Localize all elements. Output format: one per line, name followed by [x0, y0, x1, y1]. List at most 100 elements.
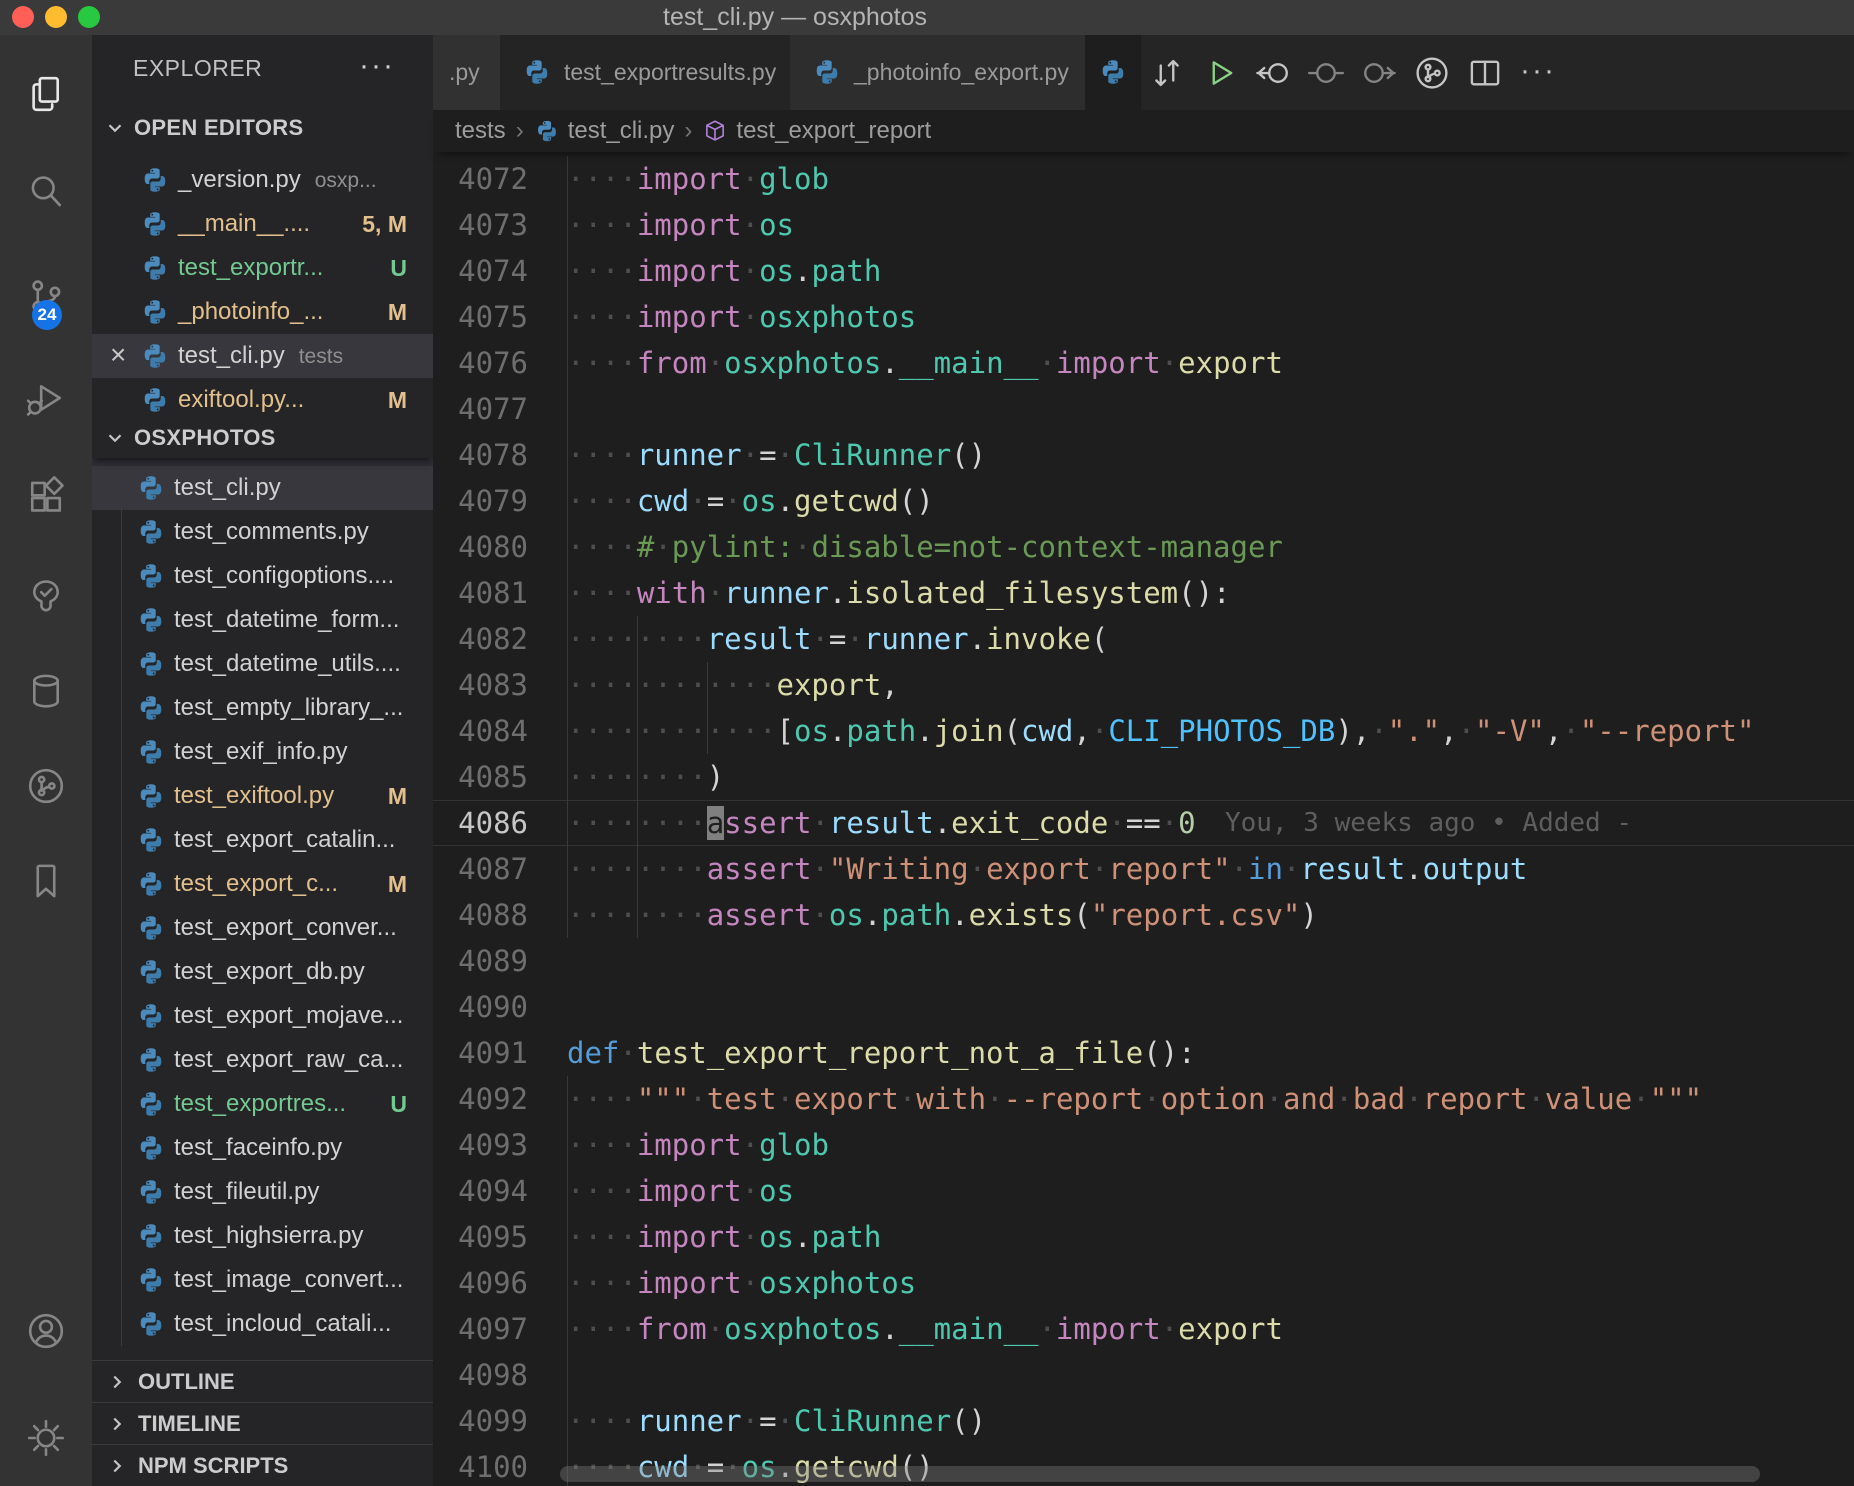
line-number[interactable]: 4094 [433, 1168, 528, 1214]
open-editor-item[interactable]: exiftool.py...M [92, 378, 433, 422]
file-tree-item[interactable]: test_empty_library_... [92, 686, 433, 730]
code-line[interactable]: 4096····import·osxphotos [433, 1260, 1854, 1306]
code-line[interactable]: 4086········assert·result.exit_code·==·0… [433, 800, 1854, 846]
line-number[interactable]: 4100 [433, 1444, 528, 1486]
editor-tab[interactable]: .py [433, 35, 501, 110]
code-line[interactable]: 4085········) [433, 754, 1854, 800]
file-tree-item[interactable]: test_exif_info.py [92, 730, 433, 774]
line-number[interactable]: 4097 [433, 1306, 528, 1352]
next-change-icon[interactable] [1359, 53, 1399, 93]
close-window-button[interactable] [12, 6, 34, 28]
code-line[interactable]: 4082········result·=·runner.invoke( [433, 616, 1854, 662]
code-line[interactable]: 4098 [433, 1352, 1854, 1398]
line-number[interactable]: 4088 [433, 892, 528, 938]
line-number[interactable]: 4078 [433, 432, 528, 478]
gitlens-icon[interactable] [24, 764, 68, 808]
previous-change-icon[interactable] [1253, 53, 1293, 93]
file-tree-item[interactable]: test_highsierra.py [92, 1214, 433, 1258]
account-icon[interactable] [24, 1309, 68, 1353]
line-number[interactable]: 4081 [433, 570, 528, 616]
code-line[interactable]: 4092····"""·test·export·with·--report·op… [433, 1076, 1854, 1122]
file-tree-item[interactable]: test_comments.py [92, 510, 433, 554]
file-tree-item[interactable]: test_export_mojave... [92, 994, 433, 1038]
line-number[interactable]: 4082 [433, 616, 528, 662]
file-tree-item[interactable]: test_datetime_utils.... [92, 642, 433, 686]
code-line[interactable]: 4088········assert·os.path.exists("repor… [433, 892, 1854, 938]
breadcrumb-item[interactable]: tests [455, 117, 506, 145]
file-tree-item[interactable]: test_cli.py [92, 466, 433, 510]
line-number[interactable]: 4090 [433, 984, 528, 1030]
code-line[interactable]: 4073····import·os [433, 202, 1854, 248]
line-number[interactable]: 4083 [433, 662, 528, 708]
file-tree-item[interactable]: test_exportres...U [92, 1082, 433, 1126]
project-section-header[interactable]: OSXPHOTOS [92, 418, 433, 458]
line-number[interactable]: 4089 [433, 938, 528, 984]
file-tree-item[interactable]: test_faceinfo.py [92, 1126, 433, 1170]
compare-change-icon[interactable] [1306, 53, 1346, 93]
line-number[interactable]: 4074 [433, 248, 528, 294]
database-icon[interactable] [24, 669, 68, 713]
code-line[interactable]: 4076····from·osxphotos.__main__·import·e… [433, 340, 1854, 386]
open-editor-item[interactable]: _version.pyosxp... [92, 158, 433, 202]
code-line[interactable]: 4078····runner·=·CliRunner() [433, 432, 1854, 478]
file-tree-item[interactable]: test_export_conver... [92, 906, 433, 950]
line-number[interactable]: 4076 [433, 340, 528, 386]
file-tree-item[interactable]: test_export_catalin... [92, 818, 433, 862]
code-line[interactable]: 4084············[os.path.join(cwd,·CLI_P… [433, 708, 1854, 754]
code-line[interactable]: 4075····import·osxphotos [433, 294, 1854, 340]
explorer-more-actions-icon[interactable]: ··· [359, 35, 395, 97]
file-tree-item[interactable]: test_datetime_form... [92, 598, 433, 642]
gitlens-blame-icon[interactable] [1412, 53, 1452, 93]
line-number[interactable]: 4079 [433, 478, 528, 524]
code-line[interactable]: 4083············export, [433, 662, 1854, 708]
code-line[interactable]: 4093····import·glob [433, 1122, 1854, 1168]
open-editor-item[interactable]: _photoinfo_...M [92, 290, 433, 334]
line-number[interactable]: 4091 [433, 1030, 528, 1076]
file-tree-item[interactable]: test_export_raw_ca... [92, 1038, 433, 1082]
code-line[interactable]: 4099····runner·=·CliRunner() [433, 1398, 1854, 1444]
file-tree-item[interactable]: test_configoptions.... [92, 554, 433, 598]
code-line[interactable]: 4074····import·os.path [433, 248, 1854, 294]
line-number[interactable]: 4095 [433, 1214, 528, 1260]
line-number[interactable]: 4087 [433, 846, 528, 892]
line-number[interactable]: 4084 [433, 708, 528, 754]
testing-icon[interactable] [24, 574, 68, 618]
line-number[interactable]: 4099 [433, 1398, 528, 1444]
horizontal-scrollbar[interactable] [560, 1466, 1760, 1482]
line-number[interactable]: 4098 [433, 1352, 528, 1398]
editor-tab[interactable]: test_exportresults.py [500, 35, 791, 110]
code-line[interactable]: 4081····with·runner.isolated_filesystem(… [433, 570, 1854, 616]
sidebar-section-npm-scripts[interactable]: NPM SCRIPTS [92, 1444, 433, 1486]
explorer-icon[interactable] [24, 72, 68, 116]
code-line[interactable]: 4094····import·os [433, 1168, 1854, 1214]
line-number[interactable]: 4086 [433, 800, 528, 846]
file-tree-item[interactable]: test_fileutil.py [92, 1170, 433, 1214]
editor-tab[interactable]: _photoinfo_export.py [790, 35, 1086, 110]
run-debug-icon[interactable] [24, 376, 68, 420]
file-tree-item[interactable]: test_exiftool.pyM [92, 774, 433, 818]
more-actions-icon[interactable]: ··· [1518, 53, 1558, 93]
line-number[interactable]: 4096 [433, 1260, 528, 1306]
sidebar-section-timeline[interactable]: TIMELINE [92, 1402, 433, 1445]
open-editor-item[interactable]: ×test_cli.pytests [92, 334, 433, 378]
code-line[interactable]: 4079····cwd·=·os.getcwd() [433, 478, 1854, 524]
line-number[interactable]: 4075 [433, 294, 528, 340]
open-editor-item[interactable]: __main__....5, M [92, 202, 433, 246]
code-line[interactable]: 4095····import·os.path [433, 1214, 1854, 1260]
code-line[interactable]: 4072····import·glob [433, 156, 1854, 202]
line-number[interactable]: 4092 [433, 1076, 528, 1122]
open-editor-item[interactable]: test_exportr...U [92, 246, 433, 290]
file-tree-item[interactable]: test_export_c...M [92, 862, 433, 906]
bookmark-icon[interactable] [24, 859, 68, 903]
code-line[interactable]: 4090 [433, 984, 1854, 1030]
line-number[interactable]: 4093 [433, 1122, 528, 1168]
search-icon[interactable] [24, 170, 68, 214]
zoom-window-button[interactable] [78, 6, 100, 28]
extensions-icon[interactable] [24, 474, 68, 518]
open-editors-section-header[interactable]: OPEN EDITORS [92, 106, 433, 150]
code-editor[interactable]: 4072····import·glob4073····import·os4074… [433, 152, 1854, 1486]
file-tree-item[interactable]: test_export_db.py [92, 950, 433, 994]
sidebar-section-outline[interactable]: OUTLINE [92, 1360, 433, 1403]
file-tree-item[interactable]: test_image_convert... [92, 1258, 433, 1302]
split-editor-icon[interactable] [1465, 53, 1505, 93]
